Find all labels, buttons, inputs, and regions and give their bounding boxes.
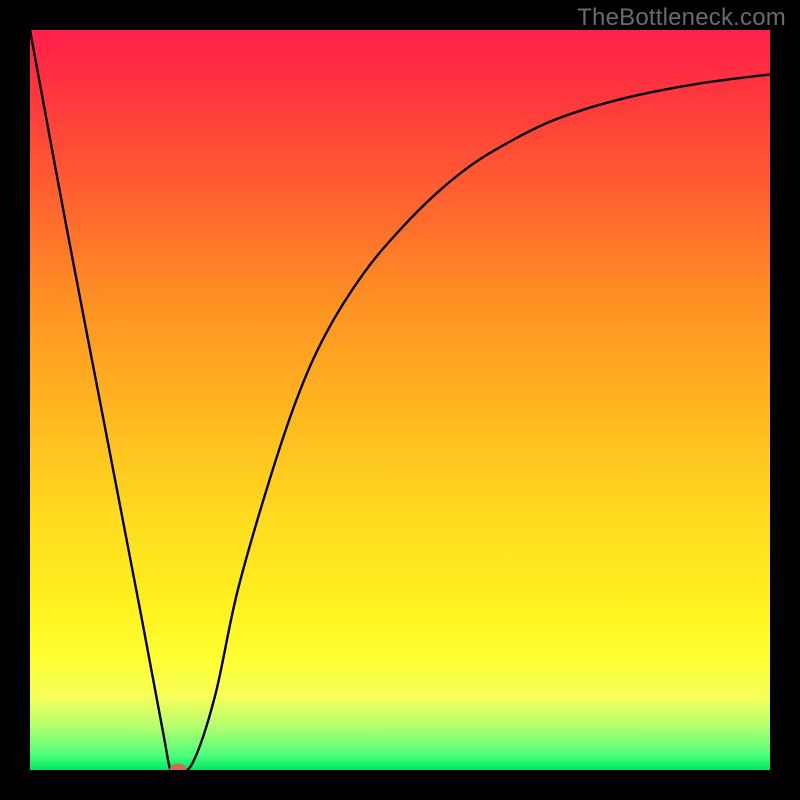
- plot-area: [30, 30, 770, 770]
- curve-marker-dot: [170, 764, 187, 771]
- chart-frame: TheBottleneck.com: [0, 0, 800, 800]
- watermark-text: TheBottleneck.com: [577, 4, 786, 32]
- curve-path: [30, 30, 770, 770]
- line-chart: [30, 30, 770, 770]
